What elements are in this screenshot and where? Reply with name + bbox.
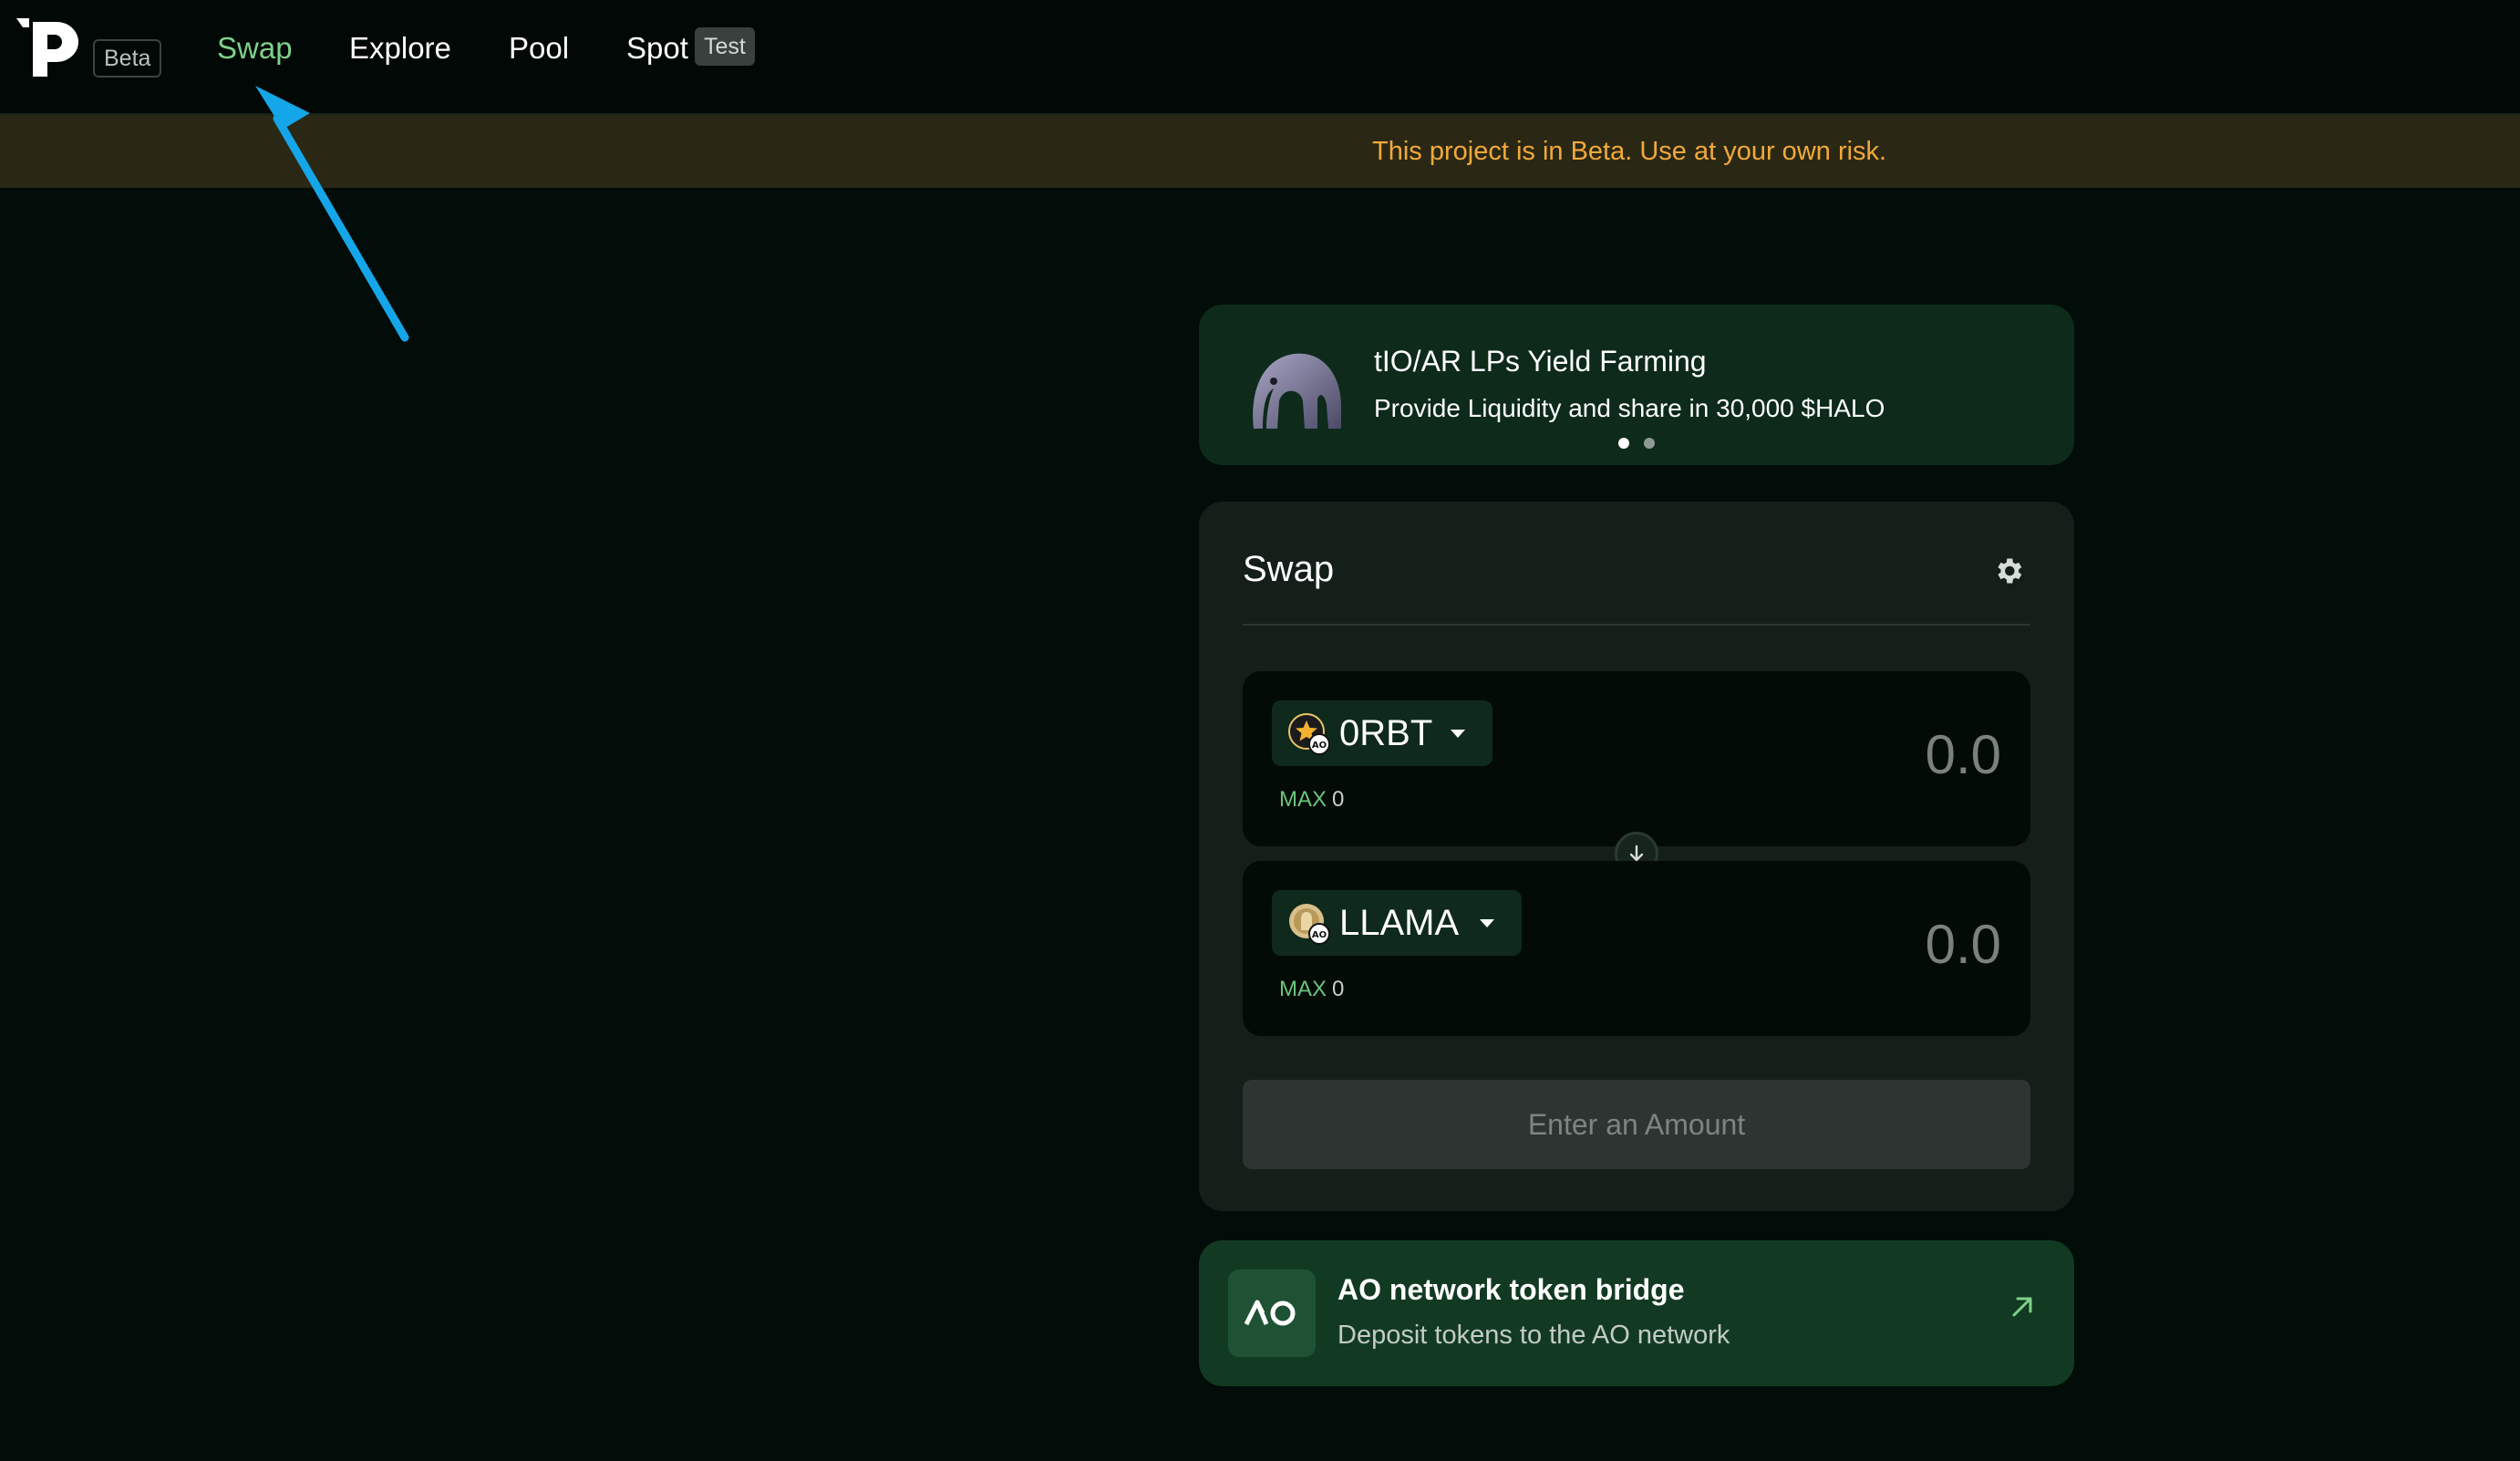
bridge-card[interactable]: AO network token bridge Deposit tokens t… [1199,1240,2074,1386]
swap-divider [1243,624,2030,626]
swap-title: Swap [1243,549,1335,589]
carousel-dot[interactable] [1618,438,1629,449]
promo-title: tIO/AR LPs Yield Farming [1374,345,1707,378]
nav-spot[interactable]: Spot [626,27,688,69]
ao-network-logo [1228,1269,1316,1357]
svg-text:AO: AO [1312,930,1327,940]
bridge-subtitle: Deposit tokens to the AO network [1337,1321,1730,1350]
ao-logo-icon [1245,1300,1296,1326]
nav-explore[interactable]: Explore [349,27,451,69]
svg-text:AO: AO [1312,741,1327,751]
beta-badge: Beta [93,39,162,78]
to-token-box: AO LLAMA MAX 0 0.0 [1243,861,2030,1036]
spot-test-badge: Test [695,27,755,66]
llama-token-icon: AO [1289,904,1330,945]
from-balance: 0 [1332,787,1345,812]
to-token-name: LLAMA [1339,903,1460,943]
enter-amount-button[interactable]: Enter an Amount [1243,1080,2030,1169]
promo-subtitle: Provide Liquidity and share in 30,000 $H… [1374,394,1885,422]
to-max-button[interactable]: MAX [1279,977,1327,1001]
to-token-selector[interactable]: AO LLAMA [1272,890,1522,956]
app-logo[interactable] [13,15,82,78]
orbt-token-icon: AO [1288,713,1330,755]
nav-pool[interactable]: Pool [509,27,569,69]
carousel-dots [1618,438,1673,451]
app-root: Beta Swap Explore Pool Spot Test This pr… [0,0,2520,1461]
from-max-row: MAX 0 [1279,784,1344,815]
chevron-down-icon [1480,919,1494,927]
gear-icon[interactable] [1992,554,2025,587]
promo-card[interactable]: tIO/AR LPs Yield Farming Provide Liquidi… [1199,305,2074,465]
from-token-box: AO 0RBT MAX 0 0.0 [1243,671,2030,846]
from-token-selector[interactable]: AO 0RBT [1272,700,1492,766]
banner-text: This project is in Beta. Use at your own… [1372,137,1887,166]
from-amount-input[interactable]: 0.0 [1926,720,2001,790]
to-balance: 0 [1332,977,1345,1001]
from-max-button[interactable]: MAX [1279,787,1327,812]
swap-panel: Swap AO 0RBT MAX 0 0.0 AO LLAMA MAX 0 0.… [1199,502,2074,1211]
nav-swap[interactable]: Swap [217,27,293,69]
to-max-row: MAX 0 [1279,974,1344,1005]
elephant-icon [1253,353,1341,429]
bridge-title: AO network token bridge [1337,1273,1685,1306]
chevron-down-icon [1451,730,1465,738]
external-link-icon[interactable] [2009,1293,2036,1321]
to-amount-input[interactable]: 0.0 [1926,910,2001,979]
carousel-dot[interactable] [1644,438,1655,449]
from-token-name: 0RBT [1339,713,1433,753]
annotation-arrow-icon [255,86,409,342]
